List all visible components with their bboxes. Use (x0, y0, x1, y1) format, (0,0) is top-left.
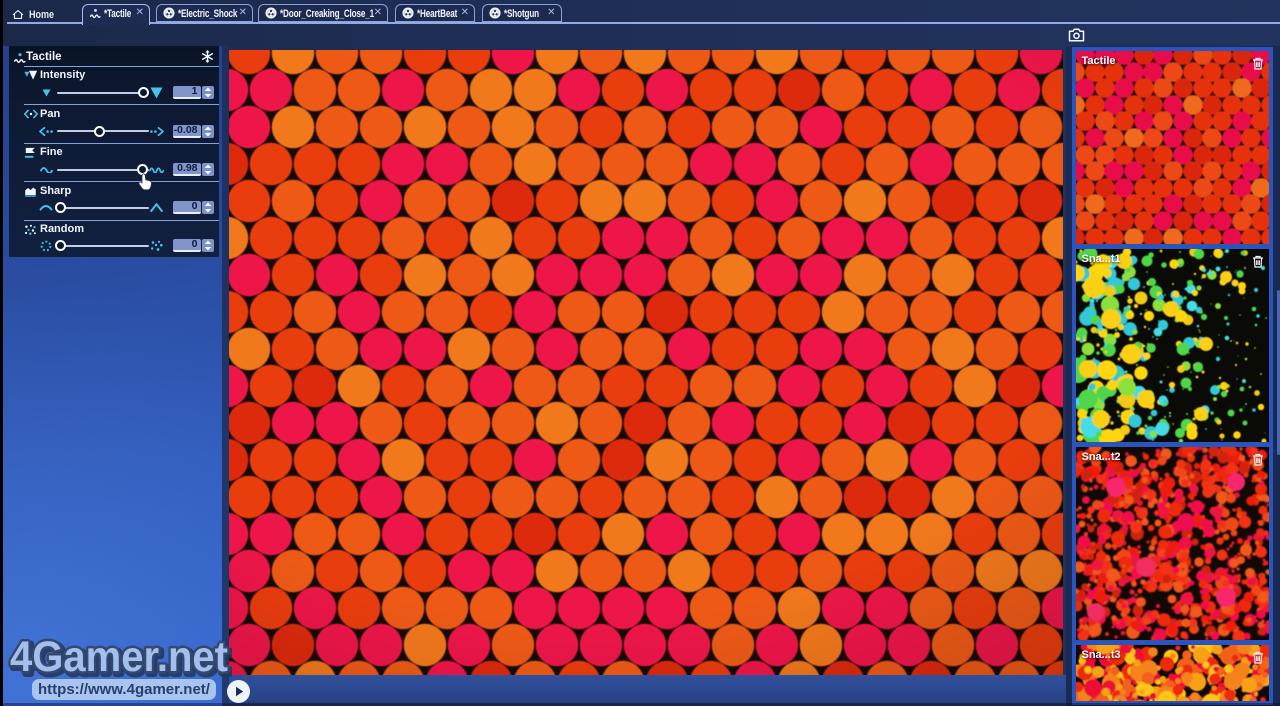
svg-text:4Gamer.net: 4Gamer.net (10, 633, 228, 680)
